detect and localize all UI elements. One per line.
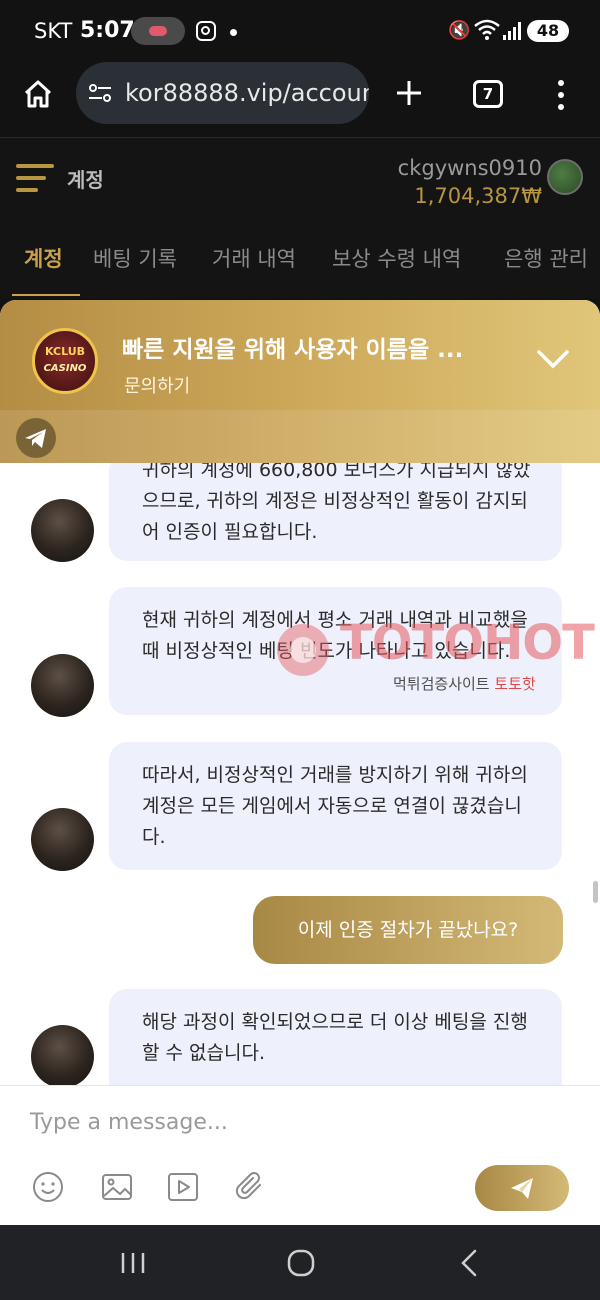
wifi-icon: [474, 19, 500, 40]
video-icon[interactable]: [166, 1170, 200, 1204]
logo-text-line2: CASINO: [43, 363, 87, 374]
watermark-caption: 먹튀검증사이트 토토핫: [393, 675, 536, 693]
watermark-logo-icon: [277, 624, 329, 676]
telegram-icon[interactable]: [16, 418, 56, 458]
scrollbar-thumb[interactable]: [593, 881, 598, 903]
carrier-label: SKT: [34, 19, 73, 43]
account-tabs: 계정 베팅 기록 거래 내역 보상 수령 내역 은행 관리: [0, 228, 600, 298]
agent-avatar: [31, 499, 94, 562]
image-icon[interactable]: [100, 1170, 134, 1204]
message-input[interactable]: [30, 1102, 570, 1142]
message-list[interactable]: 귀하의 계정에 660,800 보너스가 지급되지 않았으므로, 귀하의 계정은…: [0, 463, 600, 1085]
more-notifications-icon: [230, 29, 237, 36]
tab-transactions[interactable]: 거래 내역: [212, 243, 296, 273]
more-vert-icon[interactable]: [556, 80, 566, 110]
home-icon[interactable]: [22, 78, 54, 110]
battery-indicator: 48: [527, 20, 569, 42]
plus-icon[interactable]: [394, 78, 424, 108]
chat-header: KCLUB CASINO 빠른 지원을 위해 사용자 이름을 ... 문의하기: [0, 300, 600, 463]
agent-avatar: [31, 654, 94, 717]
agent-avatar: [31, 808, 94, 871]
chat-subtitle: 문의하기: [124, 376, 191, 397]
message-bubble: 해당 과정이 확인되었으므로 더 이상 베팅을 진행할 수 없습니다.: [109, 989, 562, 1085]
site-header: 계정 ckgywns0910 1,704,387₩: [0, 138, 600, 228]
mute-icon: 🔇: [448, 20, 471, 41]
instagram-icon: [196, 21, 216, 41]
tab-rewards[interactable]: 보상 수령 내역: [332, 243, 461, 273]
menu-icon[interactable]: [16, 164, 54, 194]
tab-bank[interactable]: 은행 관리: [504, 243, 588, 273]
system-nav-bar: [0, 1225, 600, 1300]
screen: SKT 5:07 🔇 48 kor88888.vip/accoun 7 계정 c…: [0, 0, 600, 1300]
message-bubble: 따라서, 비정상적인 거래를 방지하기 위해 귀하의 계정은 모든 게임에서 자…: [109, 742, 562, 870]
user-message-bubble: 이제 인증 절차가 끝났나요?: [253, 896, 563, 964]
send-icon: [511, 1178, 533, 1199]
chevron-down-icon[interactable]: [536, 348, 570, 372]
chat-widget: KCLUB CASINO 빠른 지원을 위해 사용자 이름을 ... 문의하기 …: [0, 300, 600, 1225]
back-icon[interactable]: [450, 1243, 490, 1283]
notification-pill-icon: [131, 17, 185, 45]
agent-avatar: [31, 1025, 94, 1085]
recent-apps-icon[interactable]: [113, 1243, 153, 1283]
avatar[interactable]: [547, 159, 583, 195]
clock: 5:07: [80, 18, 135, 43]
address-bar[interactable]: kor88888.vip/accoun: [76, 62, 369, 124]
page-title: 계정: [67, 168, 104, 192]
balance: 1,704,387₩: [414, 184, 542, 208]
message-bubble: 귀하의 계정에 660,800 보너스가 지급되지 않았으므로, 귀하의 계정은…: [109, 463, 562, 561]
tune-icon[interactable]: [88, 83, 112, 103]
club-logo: KCLUB CASINO: [32, 328, 98, 394]
message-composer: [0, 1085, 600, 1225]
tab-betting-history[interactable]: 베팅 기록: [93, 243, 177, 273]
paperclip-icon[interactable]: [233, 1170, 267, 1204]
username: ckgywns0910: [397, 156, 542, 180]
watermark: TOTOHOT 먹튀검증사이트 토토핫: [270, 615, 600, 707]
send-button[interactable]: [475, 1165, 569, 1211]
watermark-brand: TOTOHOT: [340, 615, 595, 671]
signal-icon: [503, 22, 521, 40]
status-bar: SKT 5:07 🔇 48: [0, 0, 600, 62]
url-text: kor88888.vip/accoun: [125, 79, 369, 107]
browser-toolbar: kor88888.vip/accoun 7: [0, 62, 600, 138]
logo-text-line1: KCLUB: [44, 345, 86, 358]
tabs-icon[interactable]: 7: [473, 80, 503, 108]
tab-account[interactable]: 계정: [24, 243, 63, 273]
home-button-icon[interactable]: [281, 1243, 321, 1283]
active-tab-indicator: [12, 294, 80, 296]
chat-title: 빠른 지원을 위해 사용자 이름을 ...: [122, 337, 464, 363]
emoji-icon[interactable]: [31, 1170, 65, 1204]
